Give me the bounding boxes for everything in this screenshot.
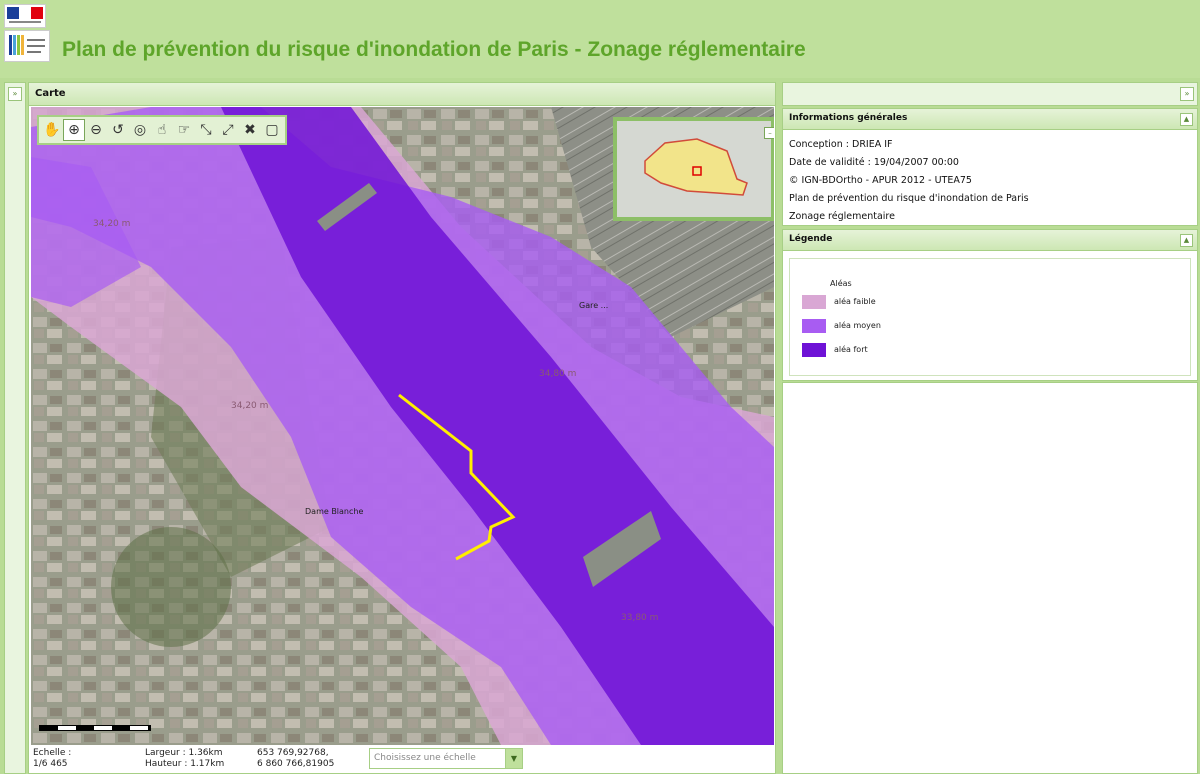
print-tool[interactable]: ▢ xyxy=(261,119,283,141)
measure-area-tool[interactable]: ⤢ xyxy=(217,119,239,141)
expand-left-panel-button[interactable]: » xyxy=(8,87,22,101)
place-label: Gare ... xyxy=(579,301,609,310)
place-label: Dame Blanche xyxy=(305,507,364,516)
globe-icon: ◎ xyxy=(133,122,147,138)
clear-tool[interactable]: ✖ xyxy=(239,119,261,141)
zoom-out-tool[interactable]: ⊖ xyxy=(85,119,107,141)
legend-label: aléa moyen xyxy=(834,321,881,330)
chevron-down-icon[interactable]: ▼ xyxy=(505,749,522,768)
map-panel-title: Carte xyxy=(35,88,66,99)
altitude-label: 34,80 m xyxy=(539,369,577,379)
info-panel-title: Informations générales xyxy=(789,113,908,123)
legend-swatch xyxy=(802,343,826,357)
map-statusbar: Echelle : 1/6 465 Largeur : 1.36km Haute… xyxy=(31,747,774,771)
eraser-icon: ✖ xyxy=(244,122,256,138)
map-panel-header: Carte xyxy=(29,83,775,106)
app-header: Plan de prévention du risque d'inondatio… xyxy=(0,0,1200,78)
full-extent-tool[interactable]: ◎ xyxy=(129,119,151,141)
legend-panel-title: Légende xyxy=(789,234,833,244)
measure-line-icon: ⤡ xyxy=(200,122,212,138)
info-panel-header: Informations générales ▲ xyxy=(783,109,1197,130)
pointer-select-icon: ☞ xyxy=(177,122,191,138)
scale-label: Echelle : xyxy=(33,748,72,758)
map-panel: Carte 34,20 m 34,20 m 34,80 m 33,80 m Ga… xyxy=(28,82,776,774)
republique-francaise-logo xyxy=(4,4,46,28)
scale-select[interactable]: Choisissez une échelle ▼ xyxy=(369,748,523,769)
left-panel-collapsed: » xyxy=(4,82,26,774)
collapse-right-panel-button[interactable]: » xyxy=(1180,87,1194,101)
info-panel: Informations générales ▲ Conception : DR… xyxy=(782,108,1198,226)
scale-bar xyxy=(39,725,151,731)
altitude-label: 33,80 m xyxy=(621,613,659,623)
info-line: Zonage réglementaire xyxy=(789,211,895,222)
legend-subtitle: Aléas xyxy=(830,279,852,288)
previous-view-tool[interactable]: ↺ xyxy=(107,119,129,141)
right-empty-panel xyxy=(782,382,1198,774)
info-line: Conception : DRIEA IF xyxy=(789,139,893,150)
legend-label: aléa fort xyxy=(834,345,868,354)
pointer-info-icon: ☝ xyxy=(157,122,167,138)
legend-swatch xyxy=(802,295,826,309)
page-title: Plan de prévention du risque d'inondatio… xyxy=(62,38,806,61)
scale-value: 1/6 465 xyxy=(33,759,68,769)
map-height: Hauteur : 1.17km xyxy=(145,759,225,769)
zoom-box-tool[interactable]: ⊕ xyxy=(63,119,85,141)
collapse-legend-panel-button[interactable]: ▲ xyxy=(1180,234,1193,247)
zoom-out-icon: ⊖ xyxy=(90,122,102,138)
legend-content: Aléas aléa faible aléa moyen aléa fort xyxy=(789,258,1191,376)
back-arrow-icon: ↺ xyxy=(112,122,124,138)
right-panel-header: » xyxy=(782,82,1198,106)
altitude-label: 34,20 m xyxy=(231,401,269,411)
legend-swatch xyxy=(802,319,826,333)
page-icon: ▢ xyxy=(265,122,279,138)
info-line: Date de validité : 19/04/2007 00:00 xyxy=(789,157,959,168)
legend-label: aléa faible xyxy=(834,297,876,306)
overview-map[interactable] xyxy=(613,117,774,221)
measure-area-icon: ⤢ xyxy=(222,122,234,138)
legend-panel-header: Légende ▲ xyxy=(783,230,1197,251)
hand-icon: ✋ xyxy=(43,122,61,138)
scale-select-placeholder: Choisissez une échelle xyxy=(374,753,476,763)
altitude-label: 34,20 m xyxy=(93,219,131,229)
collapse-info-panel-button[interactable]: ▲ xyxy=(1180,113,1193,126)
overview-map-drawing xyxy=(617,121,771,217)
zoom-box-icon: ⊕ xyxy=(68,122,80,138)
info-tool[interactable]: ☝ xyxy=(151,119,173,141)
info-line: © IGN-BDOrtho - APUR 2012 - UTEA75 xyxy=(789,175,972,186)
info-line: Plan de prévention du risque d'inondatio… xyxy=(789,193,1029,204)
measure-distance-tool[interactable]: ⤡ xyxy=(195,119,217,141)
legend-panel: Légende ▲ Aléas aléa faible aléa moyen a… xyxy=(782,229,1198,381)
map-canvas[interactable]: 34,20 m 34,20 m 34,80 m 33,80 m Gare ...… xyxy=(31,107,774,745)
map-width: Largeur : 1.36km xyxy=(145,748,223,758)
coordinate-x: 653 769,92768, xyxy=(257,748,329,758)
coordinate-y: 6 860 766,81905 xyxy=(257,759,335,769)
overview-toggle-button[interactable]: – xyxy=(764,127,774,139)
ministry-logo xyxy=(4,30,50,62)
pan-tool[interactable]: ✋ xyxy=(41,119,63,141)
select-tool[interactable]: ☞ xyxy=(173,119,195,141)
map-toolbar: ✋ ⊕ ⊖ ↺ ◎ ☝ ☞ ⤡ ⤢ ✖ ▢ xyxy=(37,115,287,145)
